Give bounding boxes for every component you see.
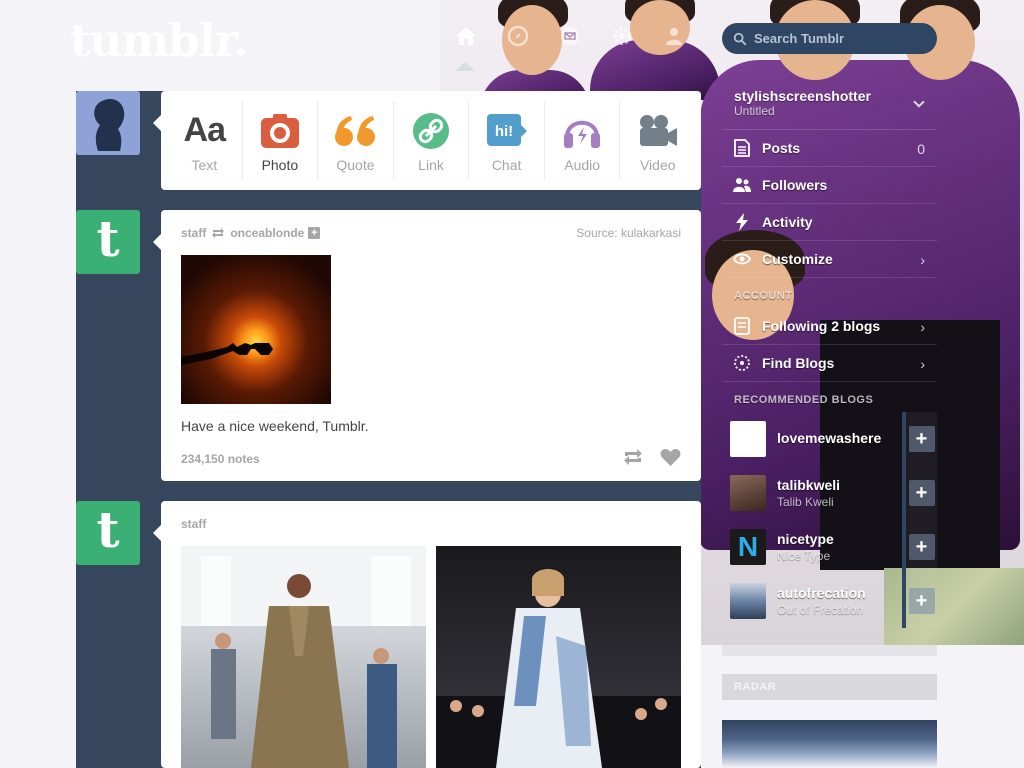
tumblr-logo[interactable]: tumblr. [70,14,249,67]
followers-icon [732,175,752,195]
post-type-text[interactable]: Aa Text [167,101,243,180]
blog-subtitle: Untitled [734,104,775,118]
blog-name: stylishscreenshotter [734,88,871,104]
lightning-icon [732,212,752,232]
recommended-blog[interactable]: lovemewashere + [722,412,937,466]
search-input[interactable] [754,31,924,46]
radar-heading: RADAR [722,674,937,700]
sidebar-item-customize[interactable]: Customize › [722,241,937,278]
sidebar-item-posts[interactable]: Posts 0 [722,130,937,167]
recommended-blog[interactable]: talibkweli Talib Kweli + [722,466,937,520]
post-source[interactable]: Source: kulakarkasi [576,226,681,240]
account-heading: ACCOUNT [734,290,793,302]
staff-avatar[interactable]: t [76,210,140,274]
plus-icon: + [908,426,935,452]
gear-icon[interactable] [608,22,636,50]
sidebar-item-following[interactable]: Following 2 blogs › [722,308,937,345]
post-header: staff onceablonde + Source: kulakarkasi [161,210,701,240]
search-bar[interactable] [722,23,937,54]
post-author[interactable]: staff [181,226,206,240]
post-photo[interactable] [181,255,331,404]
user-icon[interactable] [660,22,688,50]
post-photo[interactable] [181,546,426,768]
posts-count: 0 [917,141,925,157]
nav-caret [455,62,475,71]
post-type-photo[interactable]: Photo [243,101,319,180]
follow-button[interactable]: + [902,574,937,628]
follow-button[interactable]: + [902,520,937,574]
recommended-blog[interactable]: autofrecation Out of Frecation + [722,574,937,628]
svg-text:hi!: hi! [494,123,512,140]
blog-avatar: N [730,529,766,565]
post-actions [622,448,681,471]
follow-plus-icon[interactable]: + [308,227,321,239]
heart-icon[interactable] [660,448,681,471]
plus-icon: + [908,480,935,506]
post-card: staff onceablonde + Source: kulakarkasi … [153,210,701,481]
sidebar-item-followers[interactable]: Followers [722,167,937,204]
video-camera-icon [638,109,678,153]
eye-icon [732,249,752,269]
post-card: staff [153,501,701,768]
post-photo[interactable] [436,546,681,768]
headphones-icon [562,109,602,153]
text-icon: Aa [183,111,226,149]
post-header: staff [161,501,701,531]
follow-button[interactable]: + [902,466,937,520]
reblog-icon[interactable] [622,448,644,471]
link-icon [412,109,450,153]
follow-button[interactable]: + [902,412,937,466]
mail-icon[interactable] [556,22,584,50]
blog-selector[interactable]: stylishscreenshotter Untitled [722,80,937,130]
post-type-audio[interactable]: Audio [545,101,621,180]
find-blogs-icon [732,353,752,373]
chat-icon: hi! [486,109,528,153]
search-icon [733,32,747,45]
plus-icon: + [908,588,935,614]
blog-avatar [730,421,766,457]
recommended-heading: RECOMMENDED BLOGS [734,394,874,406]
sidebar-item-activity[interactable]: Activity [722,204,937,241]
compass-icon[interactable] [504,22,532,50]
post-type-bar: Aa Text Photo Quote Link hi! Chat Audio [153,91,701,190]
blog-avatar [730,475,766,511]
home-icon[interactable] [452,22,480,50]
sidebar-item-find-blogs[interactable]: Find Blogs › [722,345,937,382]
post-type-quote[interactable]: Quote [318,101,394,180]
reblog-icon [211,227,225,239]
staff-avatar[interactable]: t [76,501,140,565]
posts-icon [732,138,752,158]
recommended-blog[interactable]: N nicetype Nice Type + [722,520,937,574]
chevron-right-icon: › [920,252,925,268]
post-caption: Have a nice weekend, Tumblr. [181,418,369,434]
post-notes[interactable]: 234,150 notes [181,452,260,466]
sidebar: stylishscreenshotter Untitled Posts 0 Fo… [722,80,937,628]
blog-avatar [730,583,766,619]
radar-image[interactable] [722,720,937,768]
chevron-right-icon: › [920,356,925,372]
quote-icon [334,109,376,153]
plus-icon: + [908,534,935,560]
sidebar-divider [722,645,937,656]
top-nav [452,22,688,50]
post-type-link[interactable]: Link [394,101,470,180]
chevron-right-icon: › [920,319,925,335]
camera-icon [260,109,300,153]
post-type-video[interactable]: Video [620,101,695,180]
following-icon [732,316,752,336]
reblogged-from[interactable]: onceablonde [230,226,304,240]
user-avatar[interactable] [76,91,140,155]
post-author[interactable]: staff [181,517,206,531]
post-type-chat[interactable]: hi! Chat [469,101,545,180]
